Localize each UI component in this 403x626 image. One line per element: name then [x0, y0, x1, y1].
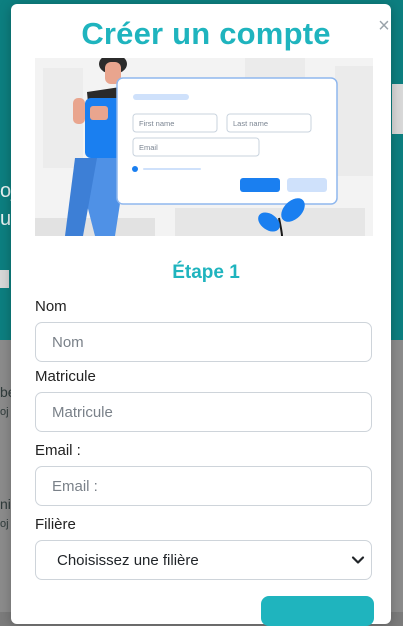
next-button[interactable] — [261, 596, 374, 626]
filiere-selected-value: Choisissez une filière — [57, 552, 199, 569]
illustration-svg: First name Last name Email — [35, 58, 373, 236]
step-title: Étape 1 — [172, 262, 240, 283]
background-text-fragment: oj — [0, 406, 9, 418]
background-text-fragment: ni — [0, 496, 11, 512]
email-label: Email : — [35, 442, 81, 459]
create-account-modal: Créer un compte × First name Last name E… — [11, 4, 393, 626]
background-text-fragment: u — [0, 208, 12, 230]
nom-input[interactable] — [35, 322, 372, 362]
filiere-select[interactable]: Choisissez une filière — [35, 540, 372, 580]
signup-illustration: First name Last name Email — [35, 58, 373, 236]
email-input[interactable] — [35, 466, 372, 506]
modal-title: Créer un compte — [81, 16, 331, 51]
illustration-first-name: First name — [139, 119, 174, 128]
close-icon[interactable]: × — [375, 16, 393, 36]
matricule-label: Matricule — [35, 368, 96, 385]
background-text-fragment: oj — [0, 518, 9, 530]
nom-label: Nom — [35, 298, 67, 315]
filiere-label: Filière — [35, 516, 76, 533]
illustration-email: Email — [139, 143, 158, 152]
background-block — [0, 270, 9, 288]
chevron-down-icon — [351, 556, 365, 564]
matricule-input[interactable] — [35, 392, 372, 432]
illustration-last-name: Last name — [233, 119, 268, 128]
background-block — [392, 84, 403, 134]
